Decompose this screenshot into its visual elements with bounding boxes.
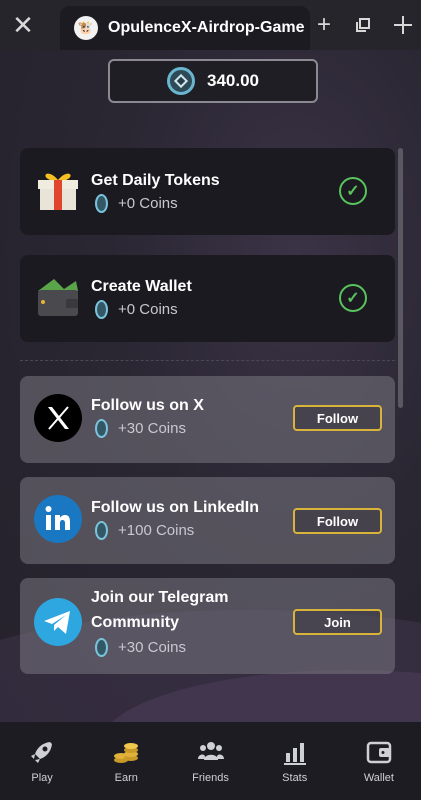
- nav-item-earn[interactable]: Earn: [84, 722, 168, 800]
- task-title: Get Daily Tokens: [91, 172, 220, 189]
- nav-label: Friends: [192, 772, 229, 784]
- task-reward: +100 Coins: [95, 521, 194, 540]
- coin-icon: [95, 419, 108, 438]
- telegram-logo-icon: [34, 598, 82, 646]
- follow-linkedin-button[interactable]: Follow: [293, 508, 382, 534]
- task-reward: +30 Coins: [95, 638, 186, 657]
- coin-icon: [167, 67, 195, 95]
- new-tab-icon[interactable]: +: [309, 10, 339, 40]
- rocket-icon: [31, 742, 53, 763]
- task-title-line1: Join our Telegram: [91, 589, 229, 606]
- reward-text: +30 Coins: [118, 420, 186, 437]
- wallet-nav-icon: [366, 741, 392, 764]
- task-list[interactable]: Get Daily Tokens +0 Coins ✓ Create Walle…: [20, 148, 396, 713]
- wallet-icon: [38, 279, 78, 316]
- nav-label: Wallet: [363, 772, 394, 784]
- task-title: Follow us on LinkedIn: [91, 499, 259, 516]
- task-card-join-telegram: Join our Telegram Community +30 Coins Jo…: [20, 578, 395, 674]
- nav-item-friends[interactable]: Friends: [168, 722, 252, 800]
- coin-icon: [95, 300, 108, 319]
- balance-display: 340.00: [108, 59, 318, 103]
- bar-chart-icon: [283, 743, 306, 765]
- task-title: Follow us on X: [91, 397, 204, 414]
- task-card-daily-tokens: Get Daily Tokens +0 Coins ✓: [20, 148, 395, 235]
- gift-icon: [38, 173, 78, 210]
- browser-topbar: ✕ 🐮 OpulenceX-Airdrop-Game +: [0, 0, 421, 50]
- task-card-follow-x: Follow us on X +30 Coins Follow: [20, 376, 395, 463]
- x-logo-icon: [34, 394, 82, 442]
- section-divider: [20, 360, 395, 361]
- nav-label: Earn: [114, 772, 138, 784]
- balance-value: 340.00: [207, 71, 259, 90]
- restore-window-icon[interactable]: [348, 10, 378, 40]
- reward-text: +100 Coins: [118, 522, 195, 539]
- reward-text: +0 Coins: [118, 195, 178, 212]
- linkedin-logo-icon: [34, 495, 82, 543]
- coin-icon: [95, 194, 108, 213]
- join-telegram-button[interactable]: Join: [293, 609, 382, 635]
- expand-icon[interactable]: [388, 10, 418, 40]
- bottom-nav: Play Earn Friends Stats Wallet: [0, 722, 421, 800]
- task-card-create-wallet: Create Wallet +0 Coins ✓: [20, 255, 395, 342]
- nav-item-play[interactable]: Play: [0, 722, 84, 800]
- task-reward: +30 Coins: [95, 419, 186, 438]
- coin-icon: [95, 521, 108, 540]
- coins-stack-icon: [114, 743, 139, 763]
- coin-icon: [95, 638, 108, 657]
- close-button[interactable]: ✕: [0, 0, 46, 50]
- scrollbar[interactable]: [398, 148, 403, 408]
- check-icon: ✓: [339, 284, 367, 312]
- friends-icon: [197, 742, 224, 760]
- nav-item-stats[interactable]: Stats: [253, 722, 337, 800]
- nav-item-wallet[interactable]: Wallet: [337, 722, 421, 800]
- follow-x-button[interactable]: Follow: [293, 405, 382, 431]
- task-reward: +0 Coins: [95, 300, 178, 319]
- app-cow-icon: 🐮: [74, 16, 98, 40]
- task-card-follow-linkedin: Follow us on LinkedIn +100 Coins Follow: [20, 477, 395, 564]
- task-reward: +0 Coins: [95, 194, 178, 213]
- tab-title: OpulenceX-Airdrop-Game: [108, 19, 305, 36]
- task-title-line2: Community: [91, 614, 179, 631]
- reward-text: +30 Coins: [118, 639, 186, 656]
- task-title: Create Wallet: [91, 278, 192, 295]
- reward-text: +0 Coins: [118, 301, 178, 318]
- nav-label: Stats: [282, 772, 308, 784]
- main-area: 340.00 Get Daily Tokens +0 Coins ✓ Creat…: [0, 50, 421, 722]
- nav-label: Play: [31, 772, 53, 784]
- active-tab[interactable]: 🐮 OpulenceX-Airdrop-Game: [60, 6, 310, 50]
- check-icon: ✓: [339, 177, 367, 205]
